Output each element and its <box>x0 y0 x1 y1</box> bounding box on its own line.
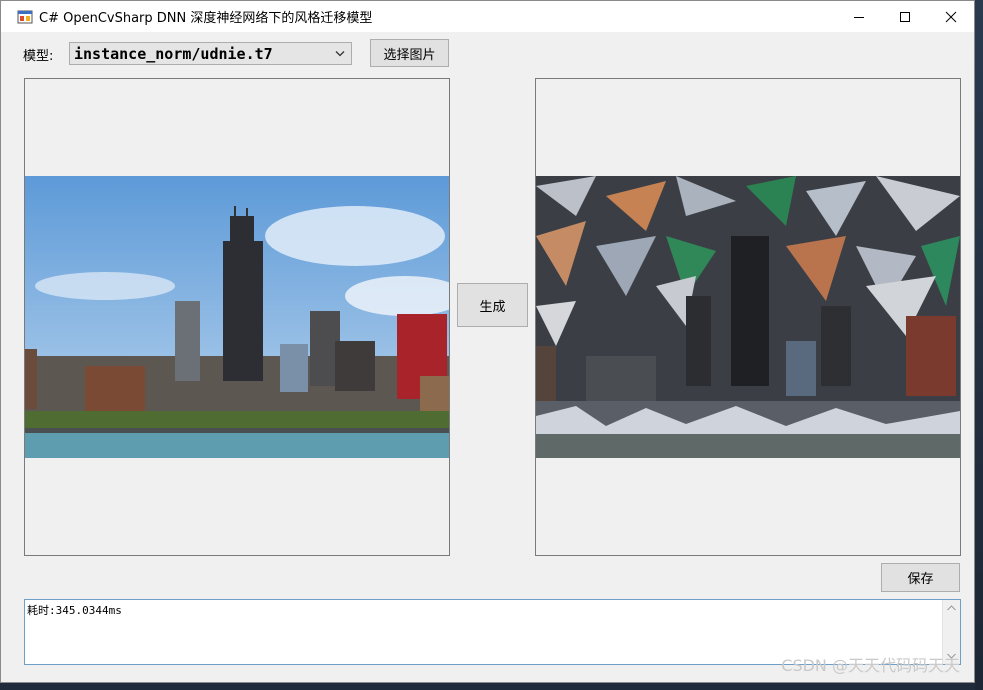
save-button[interactable]: 保存 <box>881 563 960 592</box>
result-image-box <box>535 78 961 556</box>
source-image-box <box>24 78 450 556</box>
maximize-button[interactable] <box>882 1 928 32</box>
window-title: C# OpenCvSharp DNN 深度神经网络下的风格迁移模型 <box>39 11 373 26</box>
minimize-icon <box>854 16 864 18</box>
source-image <box>25 176 449 458</box>
model-label: 模型: <box>23 49 54 64</box>
app-form-icon <box>17 10 33 23</box>
scroll-up-icon[interactable] <box>947 605 956 611</box>
minimize-button[interactable] <box>836 1 882 32</box>
styled-result-image <box>536 176 960 458</box>
select-image-button[interactable]: 选择图片 <box>370 39 449 67</box>
watermark: CSDN @天天代码码天天 <box>781 656 960 675</box>
model-dropdown[interactable]: instance_norm/udnie.t7 <box>69 42 352 65</box>
maximize-icon <box>900 11 910 22</box>
title-bar[interactable]: C# OpenCvSharp DNN 深度神经网络下的风格迁移模型 <box>1 1 974 32</box>
close-icon <box>945 11 957 22</box>
log-text: 耗时:345.0344ms <box>27 604 122 617</box>
app-window: C# OpenCvSharp DNN 深度神经网络下的风格迁移模型 模型: in… <box>0 0 975 683</box>
close-button[interactable] <box>928 1 974 32</box>
desktop-background <box>975 0 983 690</box>
model-dropdown-value: instance_norm/udnie.t7 <box>74 44 273 63</box>
chevron-down-icon <box>335 51 345 57</box>
generate-button[interactable]: 生成 <box>457 283 528 327</box>
